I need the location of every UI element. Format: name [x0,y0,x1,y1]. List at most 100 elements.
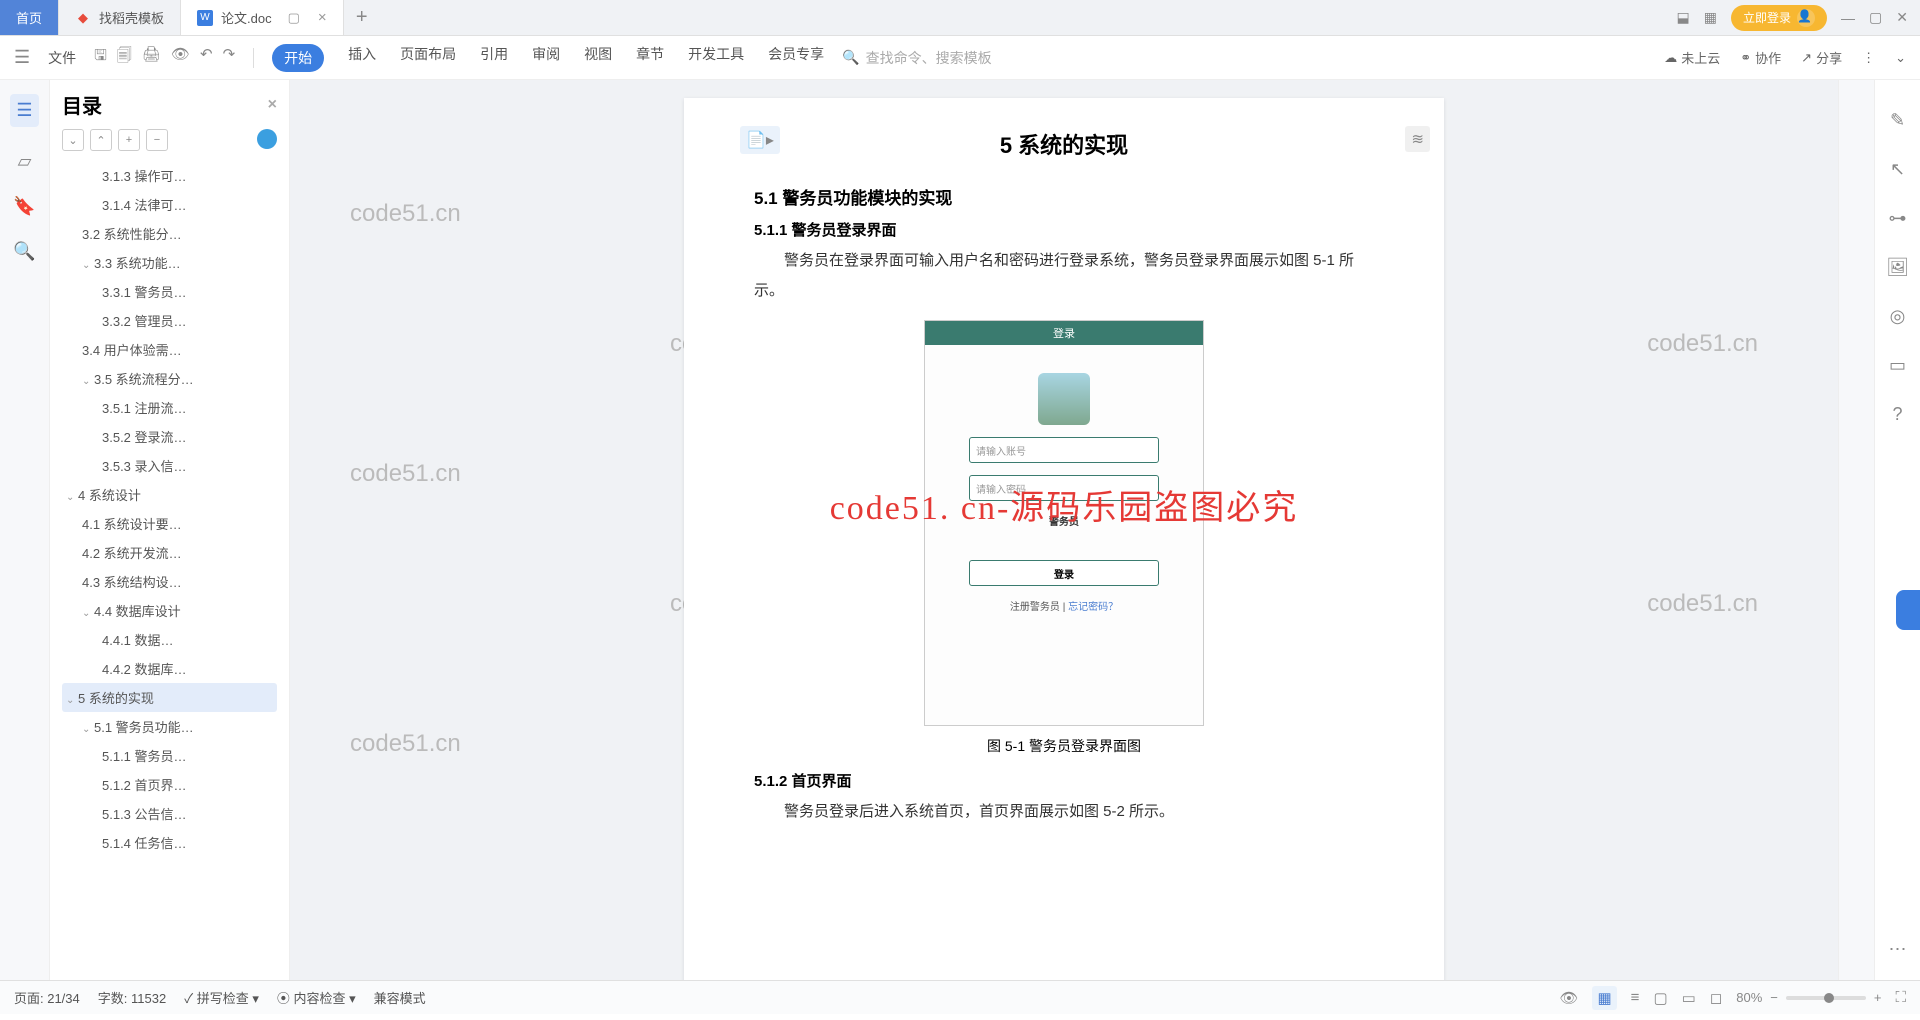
outline-view-icon[interactable]: ≡ [1631,989,1640,1006]
toc-item[interactable]: 3.4 用户体验需… [62,335,277,364]
toc-item[interactable]: ⌄4 系统设计 [62,480,277,509]
zoom-out-button[interactable]: − [1770,990,1778,1005]
eye-icon[interactable]: 👁 [1559,989,1578,1007]
menu-view[interactable]: 视图 [584,44,612,72]
sync-indicator-icon[interactable] [257,129,277,149]
document-area[interactable]: code51. cn-源码乐园盗图必究 code51.cn code51.cn … [290,80,1838,980]
tab-presentation-icon[interactable]: ▢ [288,10,300,26]
search-rail-icon[interactable]: 🔍 [13,241,35,262]
target-icon[interactable]: ◎ [1890,306,1906,327]
scrollbar-rail[interactable] [1838,80,1874,980]
toc-item[interactable]: 5.1.2 首页界… [62,770,277,799]
toc-item[interactable]: ⌄5.1 警务员功能… [62,712,277,741]
read-view-icon[interactable]: ▭ [1682,989,1696,1007]
toc-item[interactable]: 4.2 系统开发流… [62,538,277,567]
bookmark-icon[interactable]: 🔖 [13,196,35,217]
zoom-in-button[interactable]: + [1874,990,1882,1005]
chevron-down-icon[interactable]: ⌄ [82,608,92,619]
toc-item[interactable]: ⌄3.5 系统流程分… [62,364,277,393]
toc-item[interactable]: 3.5.2 登录流… [62,422,277,451]
toc-item[interactable]: 3.3.1 警务员… [62,277,277,306]
tab-home[interactable]: 首页 [0,0,59,35]
share-button[interactable]: ↗分享 [1801,48,1842,67]
fit-icon[interactable]: ⛶ [1895,989,1906,1006]
page-indicator[interactable]: 页面: 21/34 [14,988,80,1007]
toc-item[interactable]: 3.2 系统性能分… [62,219,277,248]
maximize-icon[interactable]: ▢ [1869,9,1882,26]
filter-tool-icon[interactable]: ≋ [1405,126,1430,152]
menu-vip[interactable]: 会员专享 [768,44,824,72]
screen-icon[interactable]: ▭ [1889,355,1906,376]
hamburger-icon[interactable]: ☰ [14,47,30,68]
chevron-down-icon[interactable]: ⌄ [66,695,76,706]
select-icon[interactable]: ↖ [1890,159,1905,180]
save-icon[interactable]: 🖫 [94,45,107,70]
remove-heading-button[interactable]: − [146,129,168,151]
window-close-icon[interactable]: ✕ [1896,9,1908,26]
toc-item[interactable]: 4.1 系统设计要… [62,509,277,538]
toc-item[interactable]: 3.5.3 录入信… [62,451,277,480]
cloud-status[interactable]: ☁未上云 [1664,48,1720,67]
menu-devtools[interactable]: 开发工具 [688,44,744,72]
collapse-all-button[interactable]: ⌄ [62,129,84,151]
panel-close-icon[interactable]: × [268,96,277,114]
word-count[interactable]: 字数: 11532 [98,988,166,1007]
more-tools-icon[interactable]: ⋯ [1889,939,1907,960]
side-expand-tab[interactable] [1896,590,1920,630]
paragraph-tool-icon[interactable]: 📄▸ [740,126,780,154]
edit-icon[interactable]: ✎ [1890,110,1905,131]
tab-templates[interactable]: ◆ 找稻壳模板 [59,0,181,35]
toc-item[interactable]: ⌄3.3 系统功能… [62,248,277,277]
menu-chapter[interactable]: 章节 [636,44,664,72]
preview-icon[interactable]: 👁 [171,45,190,70]
chevron-down-icon[interactable]: ⌄ [82,376,92,387]
zoom-slider[interactable] [1786,996,1866,1000]
focus-view-icon[interactable]: ◻ [1710,989,1722,1007]
page-view-icon[interactable]: ▦ [1592,986,1616,1010]
more-icon[interactable]: ⋮ [1862,50,1875,66]
chevron-down-icon[interactable]: ⌄ [66,492,76,503]
zoom-label[interactable]: 80% [1736,990,1762,1005]
layout-icon[interactable]: ⬓ [1677,9,1690,26]
menu-review[interactable]: 审阅 [532,44,560,72]
toc-item[interactable]: ⌄4.4 数据库设计 [62,596,277,625]
toc-item[interactable]: 3.1.4 法律可… [62,190,277,219]
spellcheck-button[interactable]: ✓ 拼写检查 ▾ [184,988,259,1007]
menu-reference[interactable]: 引用 [480,44,508,72]
toc-item[interactable]: 3.5.1 注册流… [62,393,277,422]
file-menu[interactable]: 文件 [48,48,76,68]
collaborate-button[interactable]: ⚭协作 [1740,48,1781,67]
redo-icon[interactable]: ↷ [223,45,236,70]
toc-item[interactable]: 5.1.1 警务员… [62,741,277,770]
zoom-thumb[interactable] [1824,993,1834,1003]
menu-start[interactable]: 开始 [272,44,324,72]
menu-insert[interactable]: 插入 [348,44,376,72]
add-heading-button[interactable]: + [118,129,140,151]
save-as-icon[interactable]: 🗐 [117,45,132,70]
settings-slider-icon[interactable]: ⊶ [1889,208,1907,229]
collapse-ribbon-icon[interactable]: ⌄ [1895,50,1906,66]
undo-icon[interactable]: ↶ [200,45,213,70]
toc-item[interactable]: 5.1.4 任务信… [62,828,277,857]
new-tab-button[interactable]: + [344,0,380,35]
toc-item[interactable]: 5.1.3 公告信… [62,799,277,828]
help-icon[interactable]: ? [1892,404,1902,425]
web-view-icon[interactable]: ▢ [1653,989,1667,1007]
outline-icon[interactable]: ☰ [10,94,38,127]
apps-icon[interactable]: ▦ [1704,9,1717,26]
toc-item[interactable]: ⌄5 系统的实现 [62,683,277,712]
menu-layout[interactable]: 页面布局 [400,44,456,72]
close-icon[interactable]: × [318,9,327,26]
toc-item[interactable]: 3.1.3 操作可… [62,161,277,190]
command-search[interactable]: 🔍 查找命令、搜索模板 [842,48,991,68]
expand-all-button[interactable]: ⌃ [90,129,112,151]
content-check-button[interactable]: ⦿ 内容检查 ▾ [277,988,356,1007]
print-icon[interactable]: 🖨 [142,45,161,70]
toc-item[interactable]: 3.3.2 管理员… [62,306,277,335]
login-button[interactable]: 立即登录 👤 [1731,5,1827,31]
chevron-down-icon[interactable]: ⌄ [82,724,92,735]
toc-item[interactable]: 4.4.2 数据库… [62,654,277,683]
bookmark-rail-icon[interactable]: ▱ [18,151,32,172]
toc-item[interactable]: 4.4.1 数据… [62,625,277,654]
chevron-down-icon[interactable]: ⌄ [82,260,92,271]
